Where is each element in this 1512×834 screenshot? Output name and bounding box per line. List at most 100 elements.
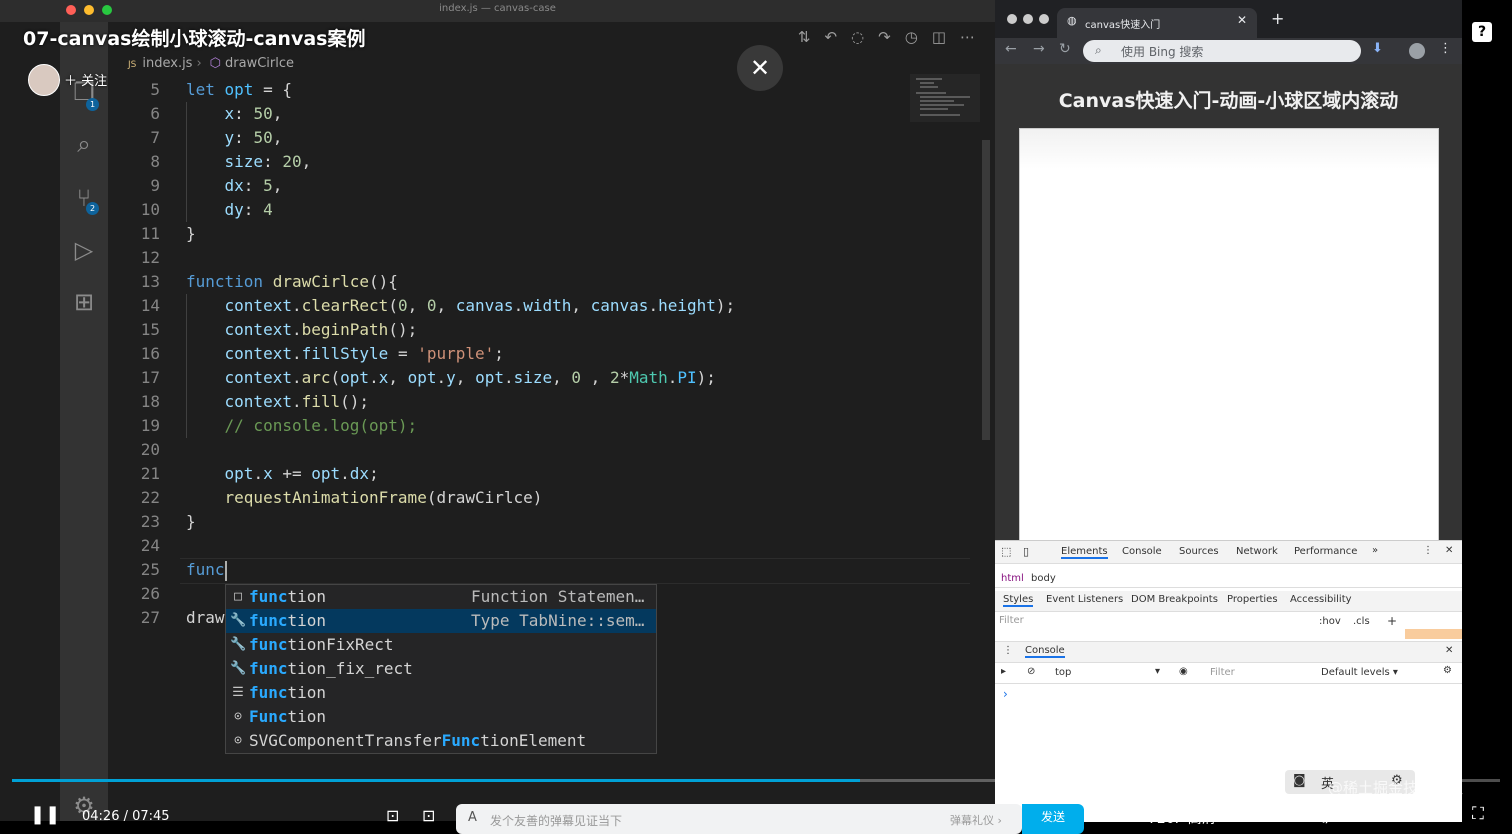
search-icon[interactable]: ⌕ <box>60 130 108 158</box>
inspect-element-icon[interactable]: ⬚ <box>1001 545 1011 558</box>
suggestion-item[interactable]: 🔧 functionFixRect <box>226 633 656 657</box>
clear-console-icon[interactable]: ⊘ <box>1027 666 1035 677</box>
current-line-highlight <box>180 558 970 584</box>
devtools-tab-network[interactable]: Network <box>1236 546 1278 557</box>
split-editor-icon[interactable]: ◫ <box>932 28 946 46</box>
console-filter-input[interactable]: Filter <box>1210 667 1235 678</box>
context-selector[interactable]: top <box>1055 667 1071 678</box>
minimap[interactable] <box>910 74 980 122</box>
drawer-console-tab[interactable]: Console <box>1025 645 1065 658</box>
styles-tab[interactable]: Styles <box>1003 594 1034 607</box>
danmaku-input[interactable]: A 发个友善的弹幕见证当下 弹幕礼仪 › <box>456 804 1022 834</box>
pause-icon[interactable]: ❚❚ <box>30 804 60 825</box>
event-listeners-tab[interactable]: Event Listeners <box>1046 594 1123 605</box>
console-prompt[interactable]: › <box>1003 687 1008 701</box>
source-control-icon[interactable]: ⑂ 2 <box>60 184 108 215</box>
drawer-menu-icon[interactable]: ⋮ <box>1003 645 1013 656</box>
download-icon[interactable]: ⬇ <box>1372 41 1383 56</box>
uploader-avatar[interactable] <box>28 64 60 96</box>
code-token: , <box>272 104 283 123</box>
devtools-tab-console[interactable]: Console <box>1122 546 1162 557</box>
devtools-tab-bar: ⬚ ▯ Elements Console Sources Network Per… <box>995 541 1462 564</box>
minimize-window-icon[interactable] <box>1023 14 1033 24</box>
send-danmaku-button[interactable]: 发送 <box>1022 804 1084 834</box>
sidebar-toggle-icon[interactable]: ▸ <box>1001 666 1006 677</box>
profile-avatar[interactable] <box>1409 43 1425 59</box>
devtools-tab-performance[interactable]: Performance <box>1294 546 1357 557</box>
suggestion-label-part: tion <box>287 611 327 630</box>
devtools-tab-sources[interactable]: Sources <box>1179 546 1219 557</box>
close-overlay-button[interactable]: ✕ <box>737 45 783 91</box>
suggestion-item[interactable]: 🔧 function Type TabNine::sem… <box>226 609 656 633</box>
breadcrumb-symbol[interactable]: drawCirlce <box>225 56 294 71</box>
dot-icon[interactable]: ◌ <box>851 28 864 46</box>
editor-scrollbar[interactable] <box>982 140 990 440</box>
dom-crumb-body[interactable]: body <box>1031 573 1056 584</box>
font-icon[interactable]: A <box>468 810 477 825</box>
back-icon[interactable]: ← <box>1005 41 1017 57</box>
new-tab-icon[interactable]: + <box>1271 9 1284 28</box>
line-number: 27 <box>140 608 160 627</box>
run-debug-icon[interactable]: ▷ <box>60 236 108 264</box>
maximize-window-icon[interactable] <box>1039 14 1049 24</box>
devtools-menu-icon[interactable]: ⋮ <box>1423 545 1433 556</box>
device-toolbar-icon[interactable]: ▯ <box>1023 545 1029 558</box>
danmaku-etiquette-link[interactable]: 弹幕礼仪 › <box>950 812 1002 828</box>
close-devtools-icon[interactable]: ✕ <box>1445 545 1453 556</box>
close-tab-icon[interactable]: ✕ <box>1237 13 1247 27</box>
timeline-icon[interactable]: ◷ <box>905 28 918 46</box>
styles-filter-input[interactable]: Filter <box>999 615 1299 631</box>
code-token: . <box>291 392 302 411</box>
compare-icon[interactable]: ⇅ <box>798 28 811 46</box>
help-icon[interactable]: ? <box>1472 22 1492 42</box>
speed-selector[interactable]: 2.0x <box>1248 808 1279 824</box>
fullscreen-icon[interactable]: ⛶ <box>1472 804 1484 824</box>
line-content: } <box>186 222 196 246</box>
go-back-icon[interactable]: ↶ <box>824 28 837 46</box>
danmaku-toggle-icon[interactable]: ⊡ <box>386 806 399 825</box>
extensions-icon[interactable]: ⊞ <box>60 288 108 316</box>
code-token: context <box>186 368 292 387</box>
more-actions-icon[interactable]: ⋯ <box>960 28 975 46</box>
accessibility-tab[interactable]: Accessibility <box>1290 594 1352 605</box>
canvas-element[interactable] <box>1019 128 1439 542</box>
code-token: drawCirlce <box>272 272 370 291</box>
hov-toggle[interactable]: :hov <box>1319 616 1341 627</box>
code-token: opt <box>186 464 254 483</box>
forward-icon[interactable]: → <box>1033 41 1045 57</box>
cls-toggle[interactable]: .cls <box>1353 616 1370 627</box>
more-tabs-icon[interactable]: » <box>1372 545 1378 556</box>
browser-tab[interactable]: ◍ canvas快速入门 ✕ <box>1057 8 1257 38</box>
new-style-rule-button[interactable]: + <box>1387 614 1397 628</box>
dom-crumb-html[interactable]: html <box>1001 573 1024 584</box>
scm-badge: 2 <box>86 202 99 215</box>
devtools-tab-elements[interactable]: Elements <box>1061 546 1108 559</box>
player-settings-icon[interactable]: ⚙ <box>1366 804 1381 824</box>
breadcrumb-file[interactable]: index.js <box>142 56 192 71</box>
chevron-down-icon[interactable]: ▾ <box>1155 666 1160 677</box>
quality-selector[interactable]: 720P 高清 <box>1148 808 1216 828</box>
pip-icon[interactable]: ▭ <box>1418 804 1434 824</box>
line-number: 19 <box>140 416 160 435</box>
volume-icon[interactable]: ◀) <box>1312 806 1331 825</box>
go-forward-icon[interactable]: ↷ <box>878 28 891 46</box>
suggestion-item[interactable]: ⊙ SVGComponentTransferFunctionElement <box>226 729 656 753</box>
properties-tab[interactable]: Properties <box>1227 594 1278 605</box>
suggestion-item[interactable]: □ function Function Statemen… <box>226 585 656 609</box>
follow-button[interactable]: ＋ 关注 <box>64 70 107 89</box>
danmaku-settings-icon[interactable]: ⊡ <box>422 806 435 825</box>
close-window-icon[interactable] <box>1007 14 1017 24</box>
browser-menu-icon[interactable]: ⋮ <box>1439 41 1452 56</box>
dom-breakpoints-tab[interactable]: DOM Breakpoints <box>1131 594 1218 605</box>
console-settings-icon[interactable]: ⚙ <box>1443 665 1452 676</box>
suggestion-item[interactable]: 🔧 function_fix_rect <box>226 657 656 681</box>
suggestion-item[interactable]: ⊙ Function <box>226 705 656 729</box>
close-drawer-icon[interactable]: ✕ <box>1445 645 1453 656</box>
code-token: : <box>243 176 264 195</box>
suggestion-item[interactable]: ☰ function <box>226 681 656 705</box>
log-levels-dropdown[interactable]: Default levels ▾ <box>1321 667 1398 678</box>
eye-icon[interactable]: ◉ <box>1179 666 1188 677</box>
suggestion-label-part: func <box>249 611 288 630</box>
omnibox[interactable]: ⌕ 使用 Bing 搜索 <box>1083 40 1361 62</box>
reload-icon[interactable]: ↻ <box>1059 41 1071 57</box>
